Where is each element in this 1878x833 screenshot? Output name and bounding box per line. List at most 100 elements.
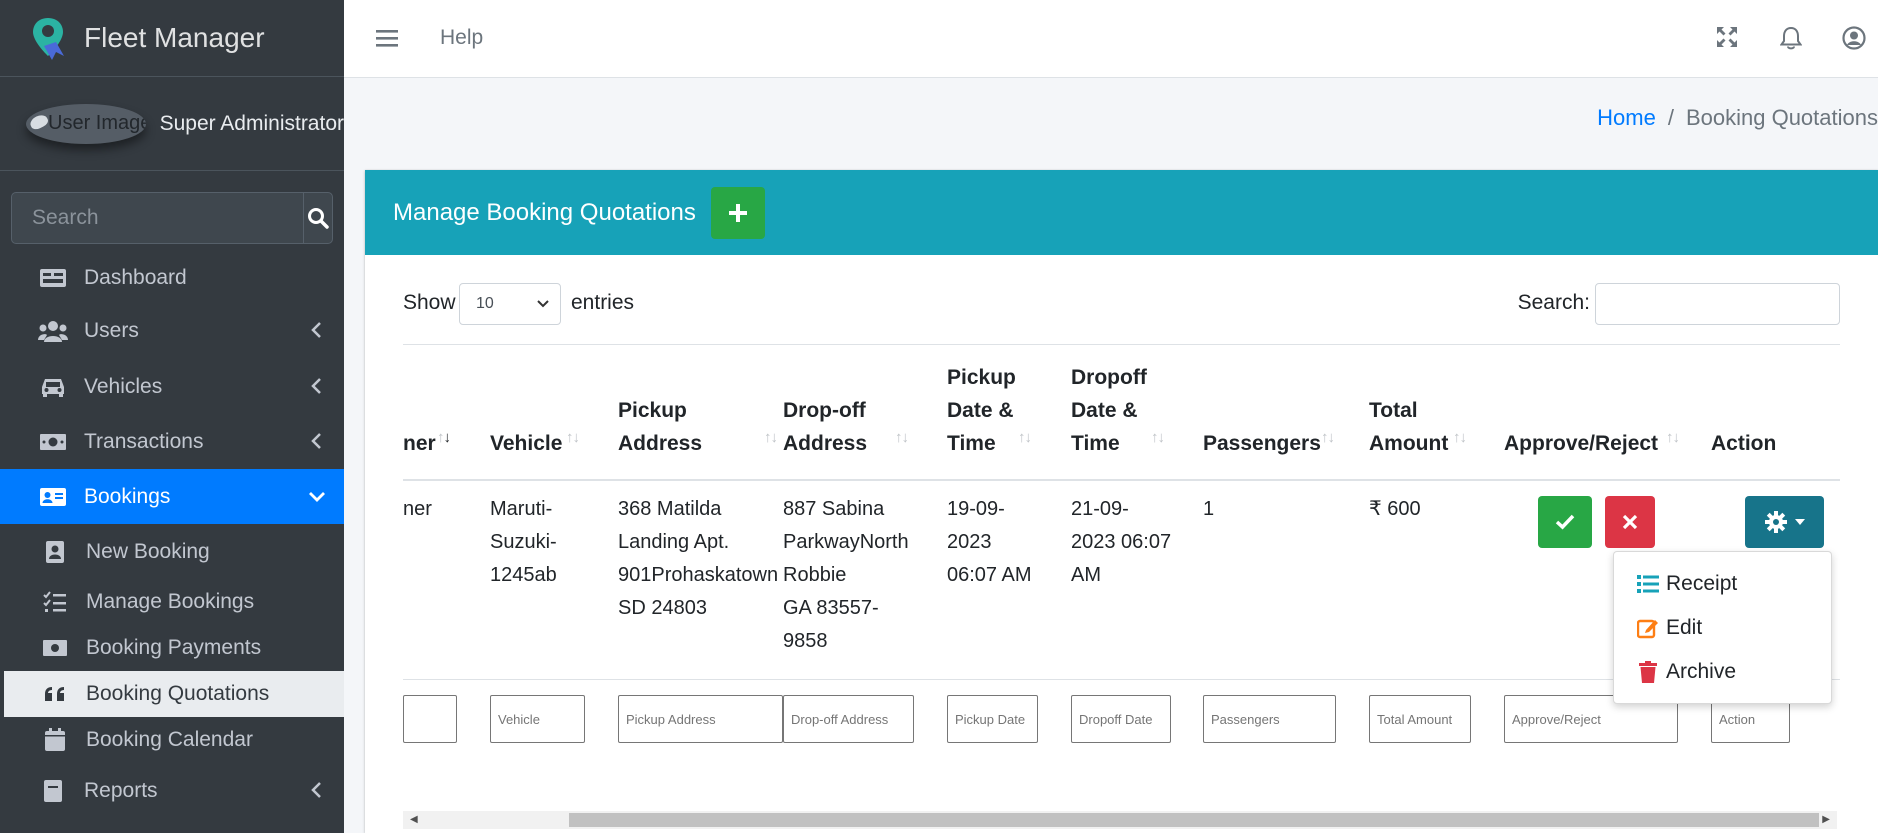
sidebar-item-booking-payments[interactable]: Booking Payments: [4, 625, 344, 671]
sidebar-item-label: Booking Payments: [86, 636, 262, 659]
money-icon: [38, 430, 68, 454]
fullscreen-icon[interactable]: [1716, 26, 1738, 48]
sidebar-nav: Dashboard Users Vehicles Transactions Bo…: [0, 252, 344, 818]
tasks-icon: [40, 590, 70, 614]
filter-pickup-date-input[interactable]: [947, 695, 1038, 743]
page-length-select[interactable]: 10: [459, 283, 561, 325]
column-header-pickup-time[interactable]: Pickup Date & Time ↑↓: [947, 345, 1057, 480]
filter-total-amount-input[interactable]: [1369, 695, 1471, 743]
help-link[interactable]: Help: [440, 26, 483, 50]
sidebar-item-vehicles[interactable]: Vehicles: [0, 359, 344, 414]
table-search-input[interactable]: [1595, 283, 1840, 325]
table-horizontal-scrollbar[interactable]: ◀ ▶: [403, 811, 1837, 829]
approve-button[interactable]: [1538, 496, 1592, 548]
broken-image-icon: [28, 112, 50, 131]
filter-vehicle-input[interactable]: [490, 695, 585, 743]
sidebar-search-button[interactable]: [303, 192, 333, 244]
reject-button[interactable]: [1605, 496, 1655, 548]
brand-link[interactable]: Fleet Manager: [0, 0, 344, 77]
column-header-dropoff-time[interactable]: Dropoff Date & Time ↑↓: [1071, 345, 1186, 480]
sort-desc-icon: ↑↓: [437, 429, 451, 446]
column-header-total-amount[interactable]: Total Amount ↑↓: [1369, 345, 1479, 480]
sidebar-item-booking-calendar[interactable]: Booking Calendar: [4, 717, 344, 763]
sort-icon: ↑↓: [764, 429, 778, 446]
sidebar-search-input[interactable]: [11, 192, 303, 244]
user-name[interactable]: Super Administrator: [160, 112, 344, 136]
bookings-submenu: New Booking Manage Bookings Booking Paym…: [0, 524, 344, 763]
menu-item-label: Edit: [1666, 616, 1703, 639]
sidebar-item-new-booking[interactable]: New Booking: [4, 524, 344, 579]
scrollbar-thumb[interactable]: [569, 813, 1819, 827]
column-header-label: Date &: [1071, 399, 1138, 422]
column-header-label: Dropoff: [1071, 366, 1147, 389]
column-header-label: Amount: [1369, 432, 1449, 455]
breadcrumb-home[interactable]: Home: [1597, 105, 1656, 130]
cell-line: Suzuki-: [490, 531, 557, 553]
sort-icon: ↑↓: [1321, 429, 1335, 446]
column-header-label: ner: [403, 432, 436, 455]
dashboard-icon: [38, 266, 68, 290]
sidebar-item-label: Transactions: [84, 429, 204, 453]
filter-passengers-input[interactable]: [1203, 695, 1336, 743]
filter-customer-input[interactable]: [403, 695, 457, 743]
chevron-down-icon: [537, 300, 549, 308]
sidebar-item-label: Booking Calendar: [86, 728, 253, 751]
sidebar-item-bookings[interactable]: Bookings: [0, 469, 344, 524]
sidebar-item-label: New Booking: [86, 539, 210, 563]
cell-line: ParkwayNorth: [783, 531, 909, 553]
sidebar-item-dashboard[interactable]: Dashboard: [0, 252, 344, 303]
user-panel: User Image Super Administrator: [0, 77, 344, 171]
cell-line: 1245ab: [490, 564, 557, 586]
sidebar-item-transactions[interactable]: Transactions: [0, 414, 344, 469]
plus-icon: [728, 203, 747, 222]
cell-total-amount: ₹ 600: [1369, 498, 1421, 520]
cell-line: AM: [1071, 564, 1101, 586]
menu-item-label: Archive: [1666, 660, 1737, 683]
hamburger-menu-icon[interactable]: [376, 28, 398, 48]
menu-item-archive[interactable]: Archive: [1636, 654, 1736, 690]
avatar[interactable]: User Image: [26, 103, 146, 144]
column-header-label: Pickup: [947, 366, 1016, 389]
scroll-left-arrow-icon[interactable]: ◀: [410, 814, 418, 825]
column-header-dropoff-address[interactable]: Drop-off Address ↑↓: [783, 345, 923, 480]
address-book-icon: [40, 540, 70, 564]
column-header-label: Time: [1071, 432, 1120, 455]
column-header-customer[interactable]: ner ↑↓: [403, 345, 483, 480]
cell-dropoff-time: 21-09- 2023 06:07 AM: [1071, 493, 1171, 592]
cell-line: Landing Apt.: [618, 531, 730, 553]
action-dropdown-menu: Receipt Edit Archive: [1613, 551, 1832, 704]
sidebar-item-label: Booking Quotations: [86, 682, 270, 705]
bell-icon[interactable]: [1780, 26, 1802, 50]
column-header-passengers[interactable]: Passengers ↑↓: [1203, 345, 1343, 480]
filter-pickup-address-input[interactable]: [618, 695, 783, 743]
column-header-vehicle[interactable]: Vehicle ↑↓: [490, 345, 605, 480]
menu-item-label: Receipt: [1666, 572, 1738, 595]
filter-dropoff-address-input[interactable]: [783, 695, 914, 743]
sidebar-item-users[interactable]: Users: [0, 303, 344, 359]
cell-line: 2023 06:07: [1071, 531, 1172, 553]
sidebar-item-manage-bookings[interactable]: Manage Bookings: [4, 579, 344, 625]
column-header-approve-reject[interactable]: Approve/Reject ↑↓: [1504, 345, 1684, 480]
cell-line: 368 Matilda: [618, 498, 722, 520]
menu-item-receipt[interactable]: Receipt: [1636, 566, 1737, 602]
sidebar-item-booking-quotations[interactable]: Booking Quotations: [4, 671, 344, 717]
column-header-pickup-address[interactable]: Pickup Address ↑↓: [618, 345, 778, 480]
trash-icon: [1636, 660, 1660, 684]
filter-dropoff-date-input[interactable]: [1071, 695, 1171, 743]
cell-pickup-address: 368 Matilda Landing Apt. 901Prohaskatown…: [618, 493, 778, 625]
fleet-logo-icon: [33, 18, 64, 60]
sort-icon: ↑↓: [1666, 429, 1680, 446]
address-card-icon: [38, 485, 68, 509]
chevron-down-icon: [309, 492, 325, 502]
column-header-label: Time: [947, 432, 996, 455]
action-dropdown-button[interactable]: [1745, 496, 1824, 548]
sidebar-item-label: Vehicles: [84, 374, 163, 398]
user-circle-icon[interactable]: [1842, 26, 1866, 50]
top-navbar: Help: [344, 0, 1878, 78]
add-quotation-button[interactable]: [710, 186, 765, 239]
sort-icon: ↑↓: [1151, 429, 1165, 446]
list-icon: [1636, 572, 1660, 596]
sidebar-item-reports[interactable]: Reports: [0, 763, 344, 818]
scroll-right-arrow-icon[interactable]: ▶: [1822, 814, 1830, 825]
menu-item-edit[interactable]: Edit: [1636, 610, 1702, 646]
